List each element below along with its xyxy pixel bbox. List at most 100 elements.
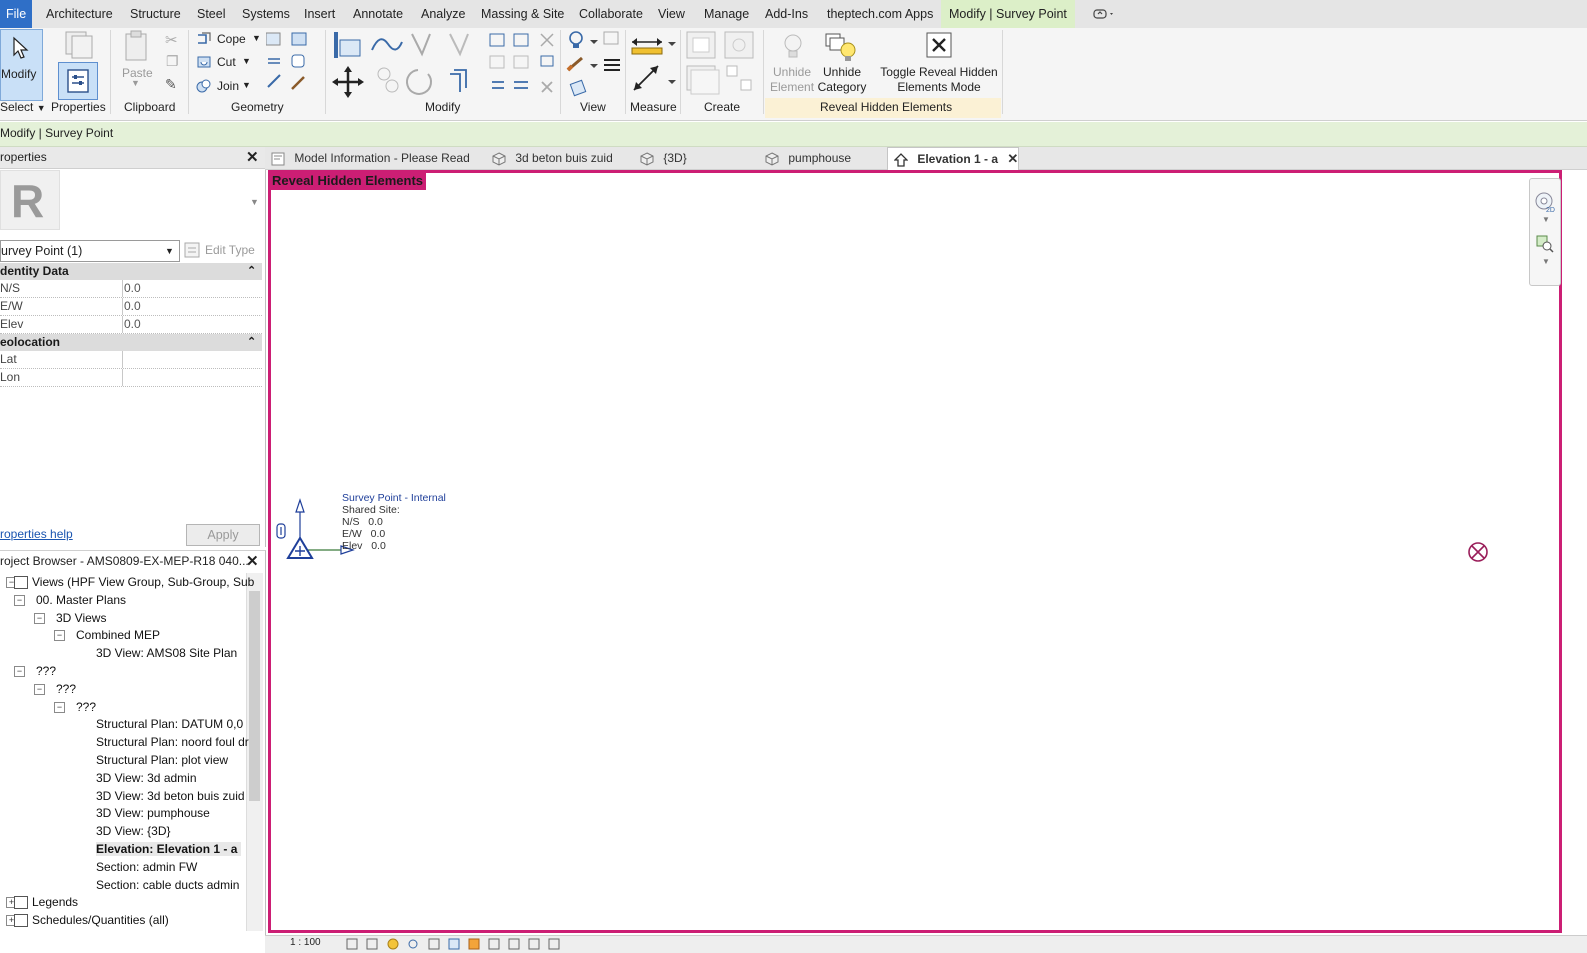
chevron-down-icon[interactable]: ▼ <box>1542 257 1550 266</box>
tab-3d-beton-buis-zuid[interactable]: 3d beton buis zuid <box>492 147 613 169</box>
ribbon-toggle-icon[interactable] <box>1092 0 1118 28</box>
menu-addins[interactable]: Add-Ins <box>765 0 808 28</box>
create-tools-icons[interactable] <box>685 30 759 98</box>
browser-tree-item[interactable]: −??? <box>0 680 244 698</box>
revit-logo-icon: R <box>0 170 60 230</box>
chevron-down-icon[interactable]: ▼ <box>250 197 259 207</box>
browser-scrollbar[interactable] <box>246 573 263 931</box>
browser-tree-item[interactable]: −3D Views <box>0 609 244 627</box>
browser-tree-item[interactable]: Section: cable ducts admin <box>0 876 244 894</box>
scrollbar-thumb[interactable] <box>249 591 260 801</box>
menu-view[interactable]: View <box>658 0 685 28</box>
browser-tree-item[interactable]: − Views (HPF View Group, Sub-Group, Sub <box>0 573 254 591</box>
view-control-icons[interactable] <box>345 937 585 951</box>
menu-steel[interactable]: Steel <box>197 0 226 28</box>
browser-tree-item[interactable]: −??? <box>0 662 244 680</box>
context-bar: Modify | Survey Point <box>0 122 1587 147</box>
property-value[interactable]: 0.0 <box>124 280 141 297</box>
cut-clipboard-icon[interactable]: ✂ <box>165 31 178 49</box>
view-scale[interactable]: 1 : 100 <box>290 937 321 948</box>
property-row-ew[interactable]: E/W 0.0 <box>0 298 262 316</box>
cut-geometry-button[interactable]: Cut ▼ <box>196 53 266 71</box>
tree-expander-icon[interactable]: − <box>14 666 25 677</box>
menu-systems[interactable]: Systems <box>242 0 290 28</box>
property-row-elev[interactable]: Elev 0.0 <box>0 316 262 334</box>
properties-button[interactable] <box>58 62 98 100</box>
steering-wheel-icon[interactable]: 2D <box>1534 191 1556 213</box>
tree-expander-icon[interactable]: − <box>54 630 65 642</box>
tree-item-label: Section: cable ducts admin <box>96 877 240 892</box>
browser-tree-item[interactable]: Structural Plan: noord foul dr <box>0 733 249 751</box>
menu-modify-survey-point[interactable]: Modify | Survey Point <box>941 0 1075 28</box>
close-icon[interactable]: ✕ <box>246 552 259 570</box>
browser-tree-item[interactable]: 3D View: 3d admin <box>0 769 244 787</box>
browser-tree-item[interactable]: 3D View: AMS08 Site Plan <box>0 644 244 662</box>
type-selector[interactable]: urvey Point (1) ▼ <box>0 240 180 262</box>
geometry-tools-icons[interactable] <box>266 31 314 99</box>
menu-annotate[interactable]: Annotate <box>353 0 403 28</box>
browser-tree-item[interactable]: 3D View: 3d beton buis zuid <box>0 787 245 805</box>
view-tools-icons[interactable] <box>566 30 622 98</box>
browser-tree-item[interactable]: −??? <box>0 698 244 716</box>
menu-insert[interactable]: Insert <box>304 0 335 28</box>
property-row-lat[interactable]: Lat <box>0 351 262 369</box>
tree-expander-icon[interactable]: − <box>34 612 45 624</box>
modify-tools-icons[interactable] <box>332 30 532 100</box>
tab-3d[interactable]: {3D} <box>640 147 687 169</box>
browser-tree-item[interactable]: − Combined MEP <box>0 626 244 644</box>
zoom-region-icon[interactable] <box>1536 235 1554 253</box>
toggle-reveal-hidden-button[interactable]: Toggle Reveal Hidden Elements Mode <box>880 30 998 98</box>
unhide-category-button[interactable]: Unhide Category <box>816 30 868 98</box>
modify-button[interactable]: Modify <box>0 29 43 101</box>
join-button[interactable]: Join ▼ <box>196 77 266 95</box>
copy-icon[interactable]: ❐ <box>166 53 179 70</box>
drawing-canvas[interactable] <box>268 170 1562 933</box>
close-icon[interactable]: ✕ <box>1007 151 1018 166</box>
tree-expander-icon[interactable]: − <box>34 683 45 695</box>
menu-file[interactable]: File <box>0 0 33 28</box>
unhide-element-button[interactable]: Unhide Element <box>770 30 814 98</box>
measure-tools-icons[interactable] <box>630 30 676 98</box>
property-row-ns[interactable]: N/S 0.0 <box>0 280 262 298</box>
property-value[interactable]: 0.0 <box>124 298 141 315</box>
property-row-lon[interactable]: Lon <box>0 369 262 387</box>
apply-button[interactable]: Apply <box>186 524 260 546</box>
svg-text:2D: 2D <box>1546 207 1555 213</box>
browser-tree-item[interactable]: −00. Master Plans <box>0 591 244 609</box>
menu-analyze[interactable]: Analyze <box>421 0 465 28</box>
properties-help-link[interactable]: roperties help <box>0 527 73 541</box>
browser-tree-item[interactable]: 3D View: pumphouse <box>0 804 244 822</box>
menu-structure[interactable]: Structure <box>130 0 181 28</box>
browser-tree-item[interactable]: Structural Plan: DATUM 0,0 <box>0 715 244 733</box>
paste-icon <box>125 30 147 61</box>
browser-tree-item[interactable]: 3D View: {3D} <box>0 822 244 840</box>
match-properties-icon[interactable]: ✎ <box>165 76 177 93</box>
edit-type-button[interactable]: Edit Type <box>184 240 260 260</box>
tree-item-label: Schedules/Quantities (all) <box>32 913 169 928</box>
browser-tree-item[interactable]: + Legends <box>0 893 244 911</box>
tab-elevation-1-a[interactable]: Elevation 1 - a ✕ <box>887 147 1019 170</box>
browser-tree-item[interactable]: Section: admin FW <box>0 858 244 876</box>
menu-theptech-apps[interactable]: theptech.com Apps <box>827 0 933 28</box>
cope-button[interactable]: Cope ▼ <box>196 30 266 48</box>
project-base-point-icon[interactable] <box>1467 541 1489 563</box>
browser-tree-item[interactable]: Elevation: Elevation 1 - a <box>0 840 244 858</box>
browser-tree-item[interactable]: Structural Plan: plot view <box>0 751 244 769</box>
property-group-geolocation[interactable]: eolocation ⌃ <box>0 334 262 351</box>
panel-label-select[interactable]: Select ▼ <box>0 100 46 114</box>
tree-expander-icon[interactable]: − <box>14 594 25 606</box>
tab-model-information[interactable]: Model Information - Please Read <box>271 147 470 169</box>
property-group-identity[interactable]: dentity Data ⌃ <box>0 263 262 280</box>
cursor-icon <box>13 36 29 59</box>
browser-tree-item[interactable]: + Schedules/Quantities (all) <box>0 911 244 929</box>
menu-collaborate[interactable]: Collaborate <box>579 0 643 28</box>
modify-extra-icons[interactable] <box>538 30 558 100</box>
tree-expander-icon[interactable]: − <box>54 701 65 713</box>
tab-pumphouse[interactable]: pumphouse <box>765 147 851 169</box>
close-icon[interactable]: ✕ <box>246 148 259 166</box>
property-value[interactable]: 0.0 <box>124 316 141 333</box>
chevron-down-icon[interactable]: ▼ <box>1542 215 1550 224</box>
menu-manage[interactable]: Manage <box>704 0 749 28</box>
menu-massing-site[interactable]: Massing & Site <box>481 0 564 28</box>
menu-architecture[interactable]: Architecture <box>46 0 113 28</box>
